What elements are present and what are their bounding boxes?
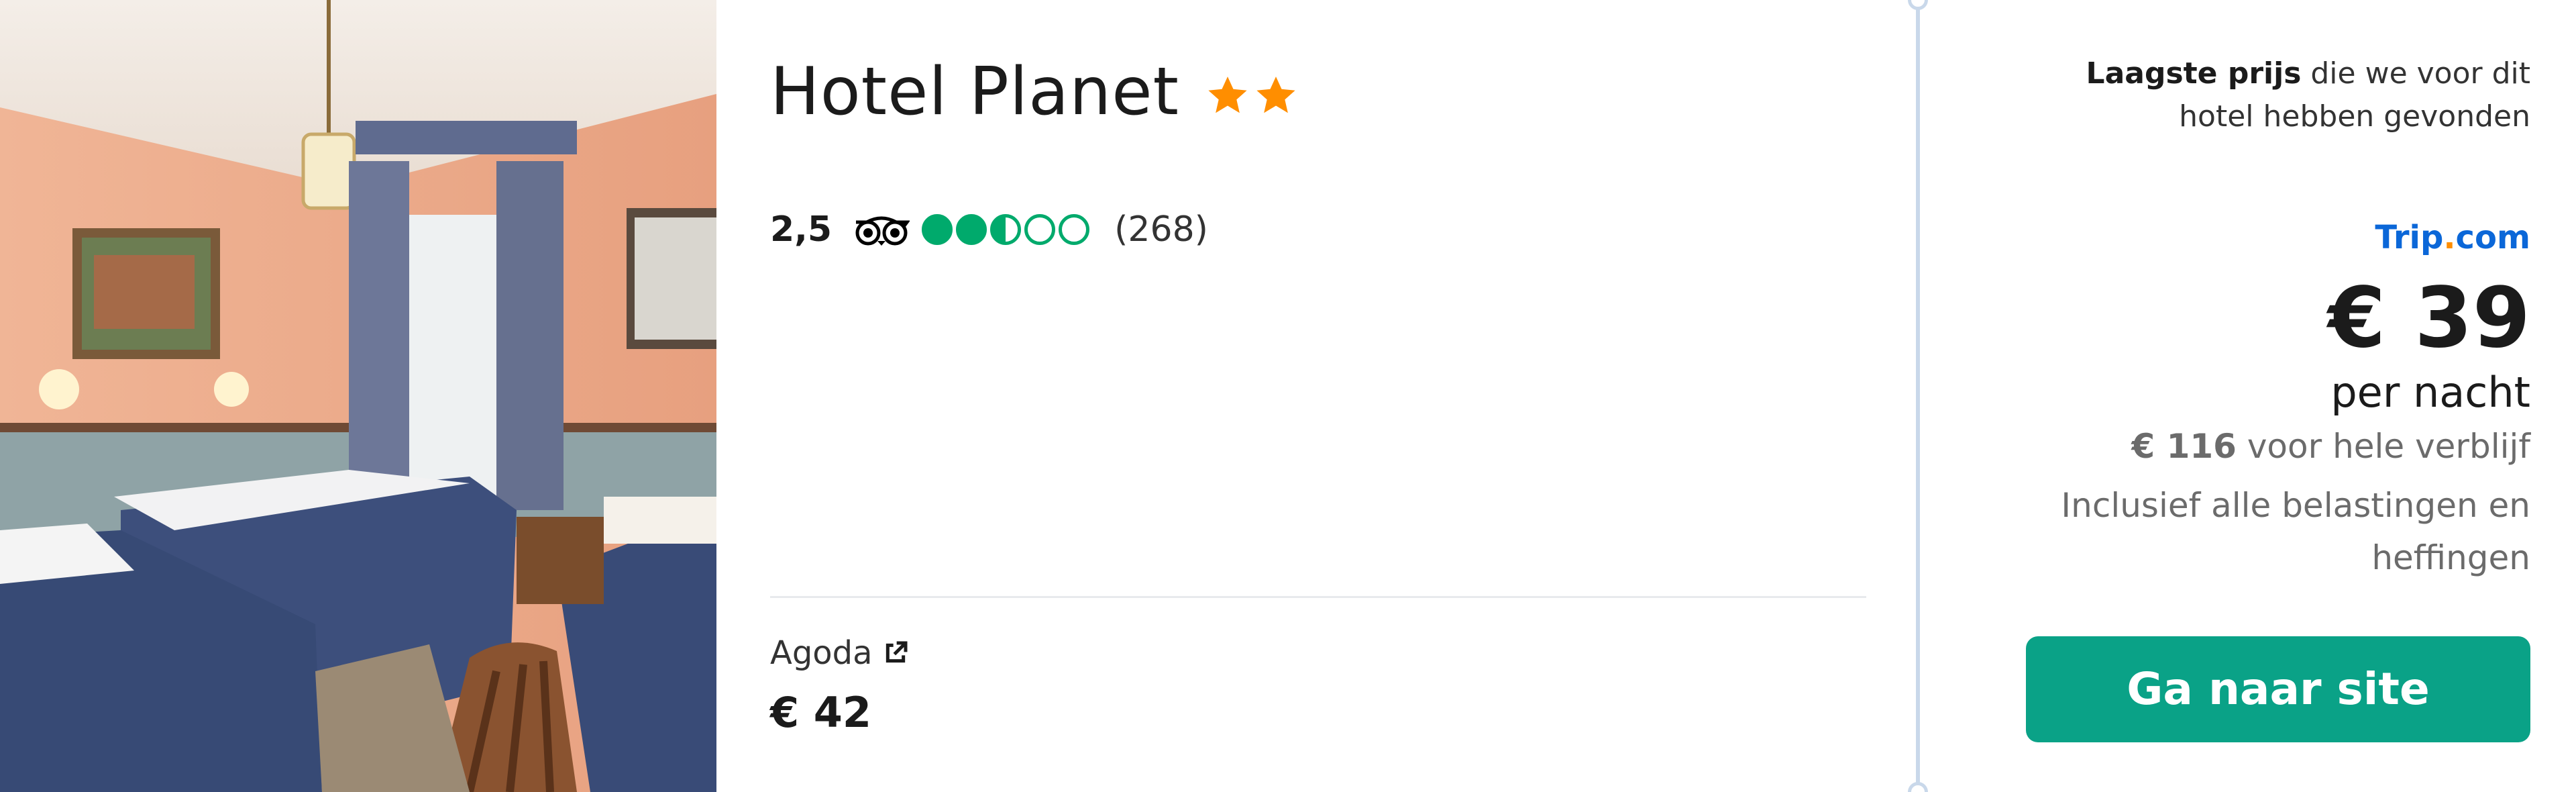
hotel-photo[interactable] — [0, 0, 716, 792]
review-count: (268) — [1114, 209, 1208, 250]
partner-name-part2: com — [2455, 219, 2530, 256]
rating-bubble-filled — [922, 214, 953, 245]
rating-bubble-empty — [1059, 214, 1090, 245]
rating-bubbles — [922, 214, 1093, 245]
provider-price[interactable]: € 42 — [770, 688, 871, 737]
other-provider-link[interactable]: Agoda — [770, 634, 909, 672]
best-price-panel: Laagste prijs die we voor dit hotel hebb… — [1959, 0, 2530, 792]
total-amount: € 116 — [2131, 427, 2237, 466]
external-link-icon — [885, 641, 908, 663]
total-stay-price: € 116 voor hele verblijf — [2131, 427, 2530, 466]
partner-name-part1: Trip — [2375, 219, 2444, 256]
best-price[interactable]: € 39 — [2328, 277, 2530, 360]
rating-bubble-filled — [956, 214, 987, 245]
partner-name-dot: . — [2443, 219, 2456, 256]
star-rating — [1205, 73, 1301, 119]
hotel-result-card[interactable]: Hotel Planet 2,5 (268) Agoda € 42 Laagst… — [0, 0, 2576, 792]
rating-bubble-half — [990, 214, 1022, 245]
rating-score: 2,5 — [770, 209, 833, 250]
partner-name[interactable]: Trip.com — [2375, 219, 2530, 256]
review-rating[interactable]: 2,5 (268) — [770, 209, 1208, 250]
taxes-note: Inclusief alle belastingen en heffingen — [2061, 486, 2530, 577]
card-separator — [1916, 0, 1920, 792]
hotel-room-image — [0, 0, 716, 792]
title-row: Hotel Planet — [770, 59, 1301, 125]
hotel-name[interactable]: Hotel Planet — [770, 59, 1179, 125]
star-icon — [1256, 77, 1295, 113]
lowest-price-label: Laagste prijs — [2086, 56, 2302, 91]
provider-name: Agoda — [770, 634, 873, 672]
tripadvisor-owl-icon — [855, 216, 910, 246]
divider — [770, 596, 1866, 598]
rating-bubble-empty — [1024, 214, 1056, 245]
hotel-info: Hotel Planet 2,5 (268) Agoda € 42 — [770, 0, 1870, 792]
lowest-price-note: Laagste prijs die we voor dit hotel hebb… — [2021, 52, 2530, 138]
separator-notch-top — [1908, 0, 1928, 10]
per-night-label: per nacht — [2330, 368, 2530, 417]
separator-notch-bottom — [1908, 782, 1928, 792]
star-icon — [1208, 77, 1247, 113]
total-label: voor hele verblijf — [2236, 427, 2530, 466]
go-to-site-button[interactable]: Ga naar site — [2026, 636, 2530, 742]
